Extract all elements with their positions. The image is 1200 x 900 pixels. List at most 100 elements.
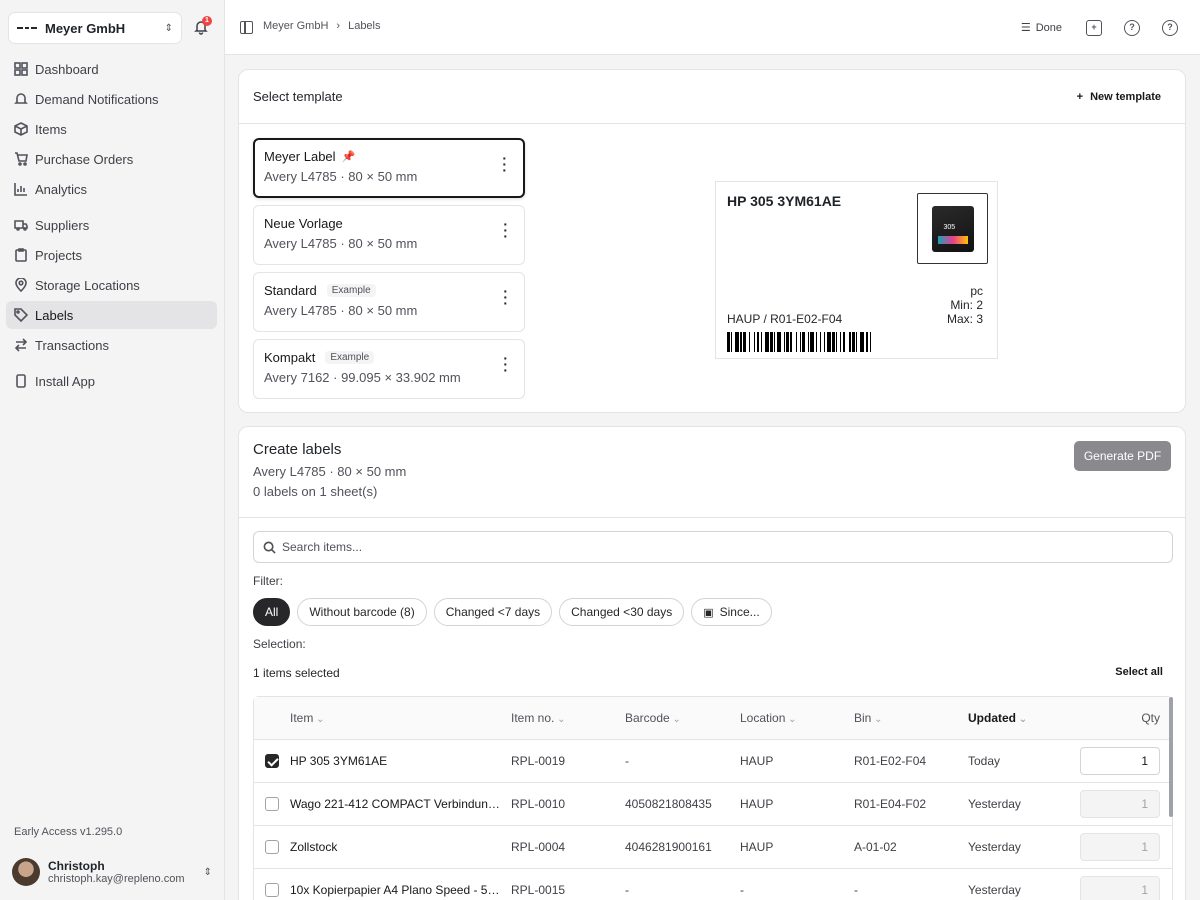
top-actions: ☰ Done + ? ?	[1021, 0, 1200, 55]
user-menu[interactable]: Christoph christoph.kay@repleno.com ⇕	[12, 852, 212, 892]
preview-stock-info: pc Min: 2 Max: 3	[947, 284, 983, 326]
new-template-button[interactable]: + New template	[1077, 91, 1161, 103]
done-button[interactable]: ☰ Done	[1021, 21, 1062, 35]
support-icon[interactable]: ?	[1162, 19, 1178, 36]
filter-without-barcode[interactable]: Without barcode (8)	[297, 598, 427, 626]
table-row[interactable]: Wago 221-412 COMPACT Verbindungsklemme R…	[254, 783, 1172, 826]
row-location: HAUP	[740, 754, 774, 768]
template-meyer-label[interactable]: Meyer Label 📌 Avery L4785 · 80 × 50 mm ·…	[253, 138, 525, 198]
sidebar-item-label: Purchase Orders	[35, 151, 134, 167]
template-standard[interactable]: Standard Example Avery L4785 · 80 × 50 m…	[253, 272, 525, 332]
template-kompakt[interactable]: Kompakt Example Avery 7162 · 99.095 × 33…	[253, 339, 525, 399]
sidebar-item-demand-notifications[interactable]: Demand Notifications	[6, 85, 217, 113]
workspace-switcher[interactable]: Meyer GmbH ⇕	[8, 12, 182, 44]
clipboard-icon	[15, 248, 27, 262]
row-barcode: 4050821808435	[625, 797, 712, 811]
kebab-menu-icon[interactable]: · · ·	[503, 217, 508, 243]
checkbox-unchecked[interactable]	[265, 797, 279, 811]
row-barcode: 4046281900161	[625, 840, 712, 854]
breadcrumb-workspace[interactable]: Meyer GmbH	[263, 20, 328, 32]
filter-changed-30-days[interactable]: Changed <30 days	[559, 598, 685, 626]
sidebar-item-analytics[interactable]: Analytics	[6, 175, 217, 203]
sidebar-item-label: Dashboard	[35, 61, 99, 77]
row-location: -	[740, 883, 744, 897]
kebab-menu-icon[interactable]: · · ·	[502, 151, 507, 177]
template-name: Neue Vorlage	[264, 216, 343, 231]
qty-input[interactable]: 1	[1080, 876, 1160, 900]
qty-input[interactable]: 1	[1080, 747, 1160, 775]
row-barcode: -	[625, 754, 629, 768]
new-template-label: New template	[1090, 90, 1161, 103]
sidebar-item-storage-locations[interactable]: Storage Locations	[6, 271, 217, 299]
sidebar-item-label: Labels	[35, 307, 74, 323]
col-header-bin[interactable]: Bin	[854, 711, 883, 725]
sidebar-item-items[interactable]: Items	[6, 115, 217, 143]
example-tag: Example	[325, 351, 375, 364]
row-item: 10x Kopierpapier A4 Plano Speed - 500 Bl…	[290, 883, 504, 897]
col-header-barcode[interactable]: Barcode	[625, 711, 681, 725]
breadcrumb-labels[interactable]: Labels	[348, 20, 380, 32]
checkbox-checked[interactable]	[265, 754, 279, 768]
phone-icon	[16, 374, 26, 388]
row-checkbox[interactable]	[265, 883, 279, 897]
col-header-location[interactable]: Location	[740, 711, 797, 725]
row-checkbox[interactable]	[265, 797, 279, 811]
sidebar-item-install-app[interactable]: Install App	[6, 367, 217, 395]
row-checkbox[interactable]	[265, 754, 279, 768]
sidebar-item-transactions[interactable]: Transactions	[6, 331, 217, 359]
search-icon	[263, 541, 276, 554]
filter-all[interactable]: All	[253, 598, 291, 626]
col-header-item-no[interactable]: Item no.	[511, 711, 566, 725]
col-header-qty: Qty	[1141, 711, 1160, 725]
kebab-menu-icon[interactable]: · · ·	[503, 284, 508, 310]
help-icon[interactable]: ?	[1124, 19, 1140, 36]
pin-icon: 📌	[341, 151, 356, 163]
checkbox-unchecked[interactable]	[265, 840, 279, 854]
filter-chips: All Without barcode (8) Changed <7 days …	[253, 598, 772, 626]
main-content: Meyer GmbH › Labels ☰ Done + ? ? Select …	[225, 0, 1200, 900]
row-checkbox[interactable]	[265, 840, 279, 854]
col-header-updated[interactable]: Updated	[968, 711, 1027, 725]
table-scrollbar[interactable]	[1169, 697, 1173, 817]
workspace-logo-icon	[17, 23, 37, 33]
select-all-button[interactable]: Select all	[1115, 666, 1163, 678]
chart-icon	[14, 183, 27, 196]
search-box[interactable]	[253, 531, 1173, 563]
dashboard-icon	[14, 62, 28, 76]
sidebar-item-label: Storage Locations	[35, 277, 140, 293]
table-row[interactable]: HP 305 3YM61AE RPL-0019 - HAUP R01-E02-F…	[254, 740, 1172, 783]
sidebar-item-purchase-orders[interactable]: Purchase Orders	[6, 145, 217, 173]
feedback-icon[interactable]: +	[1086, 19, 1102, 36]
preview-min: Min: 2	[950, 298, 983, 312]
filter-since[interactable]: ▣ Since...	[691, 598, 772, 626]
table-row[interactable]: 10x Kopierpapier A4 Plano Speed - 500 Bl…	[254, 869, 1172, 900]
sidebar-item-projects[interactable]: Projects	[6, 241, 217, 269]
kebab-menu-icon[interactable]: · · ·	[503, 351, 508, 377]
table-row[interactable]: Zollstock RPL-0004 4046281900161 HAUP A-…	[254, 826, 1172, 869]
sidebar-item-dashboard[interactable]: Dashboard	[6, 55, 217, 83]
row-updated: Yesterday	[968, 797, 1021, 811]
create-labels-spec: Avery L4785 · 80 × 50 mm	[253, 464, 407, 479]
col-header-item[interactable]: Item	[290, 711, 504, 725]
row-qty: 1	[1080, 747, 1160, 775]
template-name-row: Kompakt Example	[264, 350, 514, 365]
qty-input[interactable]: 1	[1080, 833, 1160, 861]
avatar	[12, 858, 40, 886]
checkbox-unchecked[interactable]	[265, 883, 279, 897]
search-input[interactable]	[282, 540, 1172, 554]
qty-input[interactable]: 1	[1080, 790, 1160, 818]
preview-item-image	[917, 193, 988, 264]
label-preview: HP 305 3YM61AE pc Min: 2 Max: 3 HAUP / R…	[715, 181, 998, 359]
generate-pdf-button[interactable]: Generate PDF	[1074, 441, 1171, 471]
create-labels-header: Create labels Avery L4785 · 80 × 50 mm 0…	[239, 427, 1185, 518]
tag-icon	[14, 308, 28, 322]
sidebar-item-labels[interactable]: Labels	[6, 301, 217, 329]
chevron-updown-icon: ⇕	[203, 866, 212, 878]
cart-icon	[15, 152, 28, 166]
sidebar-item-suppliers[interactable]: Suppliers	[6, 211, 217, 239]
filter-changed-7-days[interactable]: Changed <7 days	[433, 598, 553, 626]
row-item: HP 305 3YM61AE	[290, 754, 388, 768]
sidebar-toggle-icon[interactable]	[240, 21, 253, 34]
template-neue-vorlage[interactable]: Neue Vorlage Avery L4785 · 80 × 50 mm · ·…	[253, 205, 525, 265]
template-name-row: Neue Vorlage	[264, 216, 514, 231]
